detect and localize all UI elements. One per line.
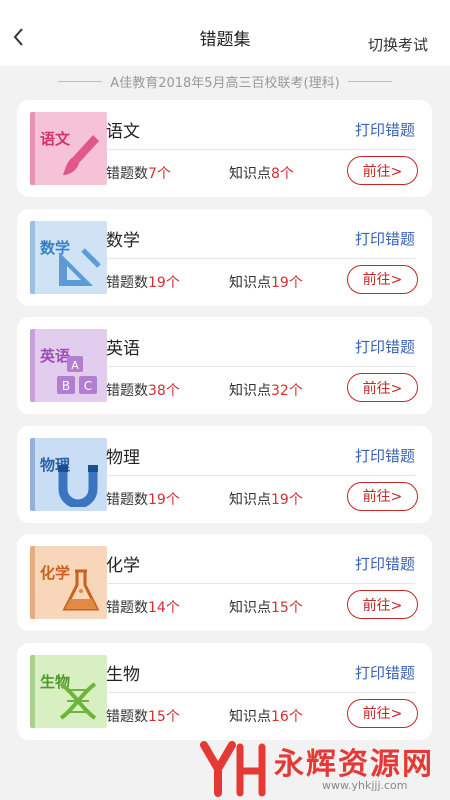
- subject-card[interactable]: 生物 生物 打印错题 错题数15个 知识点16个 前往>: [17, 642, 432, 740]
- cover-spine: [30, 220, 35, 294]
- subject-card[interactable]: 英语 ABC 英语 打印错题 错题数38个 知识点32个 前往>: [17, 317, 432, 414]
- exam-title-row: A佳教育2018年5月高三百校联考(理科): [0, 66, 450, 96]
- wrong-count-label: 错题数: [106, 166, 148, 182]
- knowledge-points-value: 8个: [271, 166, 294, 182]
- subject-name: 英语: [106, 339, 140, 359]
- subject-card[interactable]: 数学 数学 打印错题 错题数19个 知识点19个 前往>: [17, 208, 432, 306]
- go-button[interactable]: 前往>: [347, 590, 418, 619]
- divider-left: [58, 80, 103, 82]
- wrong-count: 错题数19个: [106, 272, 180, 292]
- subject-list: 语文 语文 打印错题 错题数7个 知识点8个 前往> 数学 数学 打印错题 错题…: [17, 100, 432, 751]
- knowledge-points-value: 19个: [271, 491, 303, 508]
- wrong-count: 错题数14个: [106, 597, 180, 617]
- svg-text:B: B: [62, 379, 70, 393]
- subject-name: 生物: [106, 664, 140, 685]
- wrong-count-label: 错题数: [106, 708, 148, 725]
- wrong-count-value: 19个: [148, 491, 180, 508]
- card-divider: [106, 474, 415, 476]
- wrong-count-value: 7个: [148, 166, 171, 182]
- wrong-count-label: 错题数: [106, 383, 148, 399]
- go-button[interactable]: 前往>: [347, 481, 418, 511]
- knowledge-points-value: 19个: [271, 274, 303, 291]
- wrong-count-value: 38个: [148, 383, 180, 399]
- wrong-count: 错题数38个: [106, 380, 180, 400]
- cover-spine: [30, 329, 35, 402]
- knowledge-points-value: 16个: [271, 708, 303, 725]
- watermark-logo-icon: [200, 741, 266, 797]
- watermark-text: 永辉资源网: [274, 747, 434, 782]
- wrong-count-label: 错题数: [106, 274, 148, 291]
- card-divider: [106, 583, 415, 584]
- svg-text:A: A: [71, 359, 79, 372]
- wrong-count-label: 错题数: [106, 491, 148, 508]
- knowledge-points: 知识点19个: [229, 489, 303, 509]
- wrong-count: 错题数15个: [106, 706, 180, 726]
- wrong-count-value: 14个: [148, 600, 180, 616]
- knowledge-points-label: 知识点: [229, 274, 271, 291]
- watermark: 永辉资源网 www.yhkjjj.com: [200, 735, 450, 797]
- knowledge-points-label: 知识点: [229, 491, 271, 508]
- print-wrong-questions-button[interactable]: 打印错题: [355, 445, 415, 466]
- knowledge-points: 知识点19个: [229, 272, 303, 292]
- knowledge-points: 知识点16个: [229, 706, 303, 726]
- page-title: 错题集: [199, 29, 251, 50]
- go-button[interactable]: 前往>: [347, 698, 418, 728]
- card-divider: [106, 257, 415, 259]
- print-wrong-questions-button[interactable]: 打印错题: [355, 553, 415, 574]
- go-button[interactable]: 前往>: [347, 373, 418, 402]
- subject-card[interactable]: 语文 语文 打印错题 错题数7个 知识点8个 前往>: [17, 100, 432, 197]
- subject-cover: 数学: [30, 220, 107, 294]
- knowledge-points-label: 知识点: [229, 383, 271, 399]
- cover-spine: [30, 437, 35, 511]
- watermark-url: www.yhkjjj.com: [322, 779, 408, 792]
- wrong-count-value: 15个: [148, 708, 180, 725]
- subject-cover: 物理: [30, 437, 107, 511]
- print-wrong-questions-button[interactable]: 打印错题: [355, 228, 415, 249]
- wrong-count-label: 错题数: [106, 600, 148, 616]
- exam-title: A佳教育2018年5月高三百校联考(理科): [110, 75, 340, 91]
- subject-name: 数学: [106, 230, 140, 251]
- cover-spine: [30, 654, 35, 728]
- knowledge-points: 知识点32个: [229, 380, 303, 400]
- go-button[interactable]: 前往>: [347, 156, 418, 185]
- switch-exam-button[interactable]: 切换考试: [368, 34, 428, 55]
- subject-cover: 生物: [30, 654, 107, 728]
- go-button[interactable]: 前往>: [347, 264, 418, 294]
- subject-cover: 语文: [30, 112, 107, 185]
- chevron-left-icon: [13, 28, 23, 46]
- wrong-count: 错题数7个: [106, 163, 171, 183]
- knowledge-points: 知识点15个: [229, 597, 303, 617]
- back-button[interactable]: [8, 26, 28, 48]
- knowledge-points-label: 知识点: [229, 166, 271, 182]
- card-divider: [106, 149, 415, 150]
- divider-right: [347, 80, 392, 82]
- cover-spine: [30, 112, 35, 185]
- knowledge-points-value: 15个: [271, 600, 303, 616]
- knowledge-points-label: 知识点: [229, 600, 271, 616]
- knowledge-points-value: 32个: [271, 383, 303, 399]
- subject-name: 语文: [106, 122, 140, 142]
- wrong-count-value: 19个: [148, 274, 180, 291]
- subject-card[interactable]: 化学 化学 打印错题 错题数14个 知识点15个 前往>: [17, 534, 432, 631]
- cover-spine: [30, 546, 35, 619]
- subject-card[interactable]: 物理 物理 打印错题 错题数19个 知识点19个 前往>: [17, 425, 432, 523]
- subject-cover: 英语 ABC: [30, 329, 107, 402]
- print-wrong-questions-button[interactable]: 打印错题: [355, 336, 415, 357]
- top-bar: 错题集 切换考试: [0, 0, 450, 66]
- print-wrong-questions-button[interactable]: 打印错题: [355, 119, 415, 140]
- subject-cover: 化学: [30, 546, 107, 619]
- svg-text:C: C: [84, 379, 92, 393]
- subject-name: 化学: [106, 556, 140, 576]
- knowledge-points-label: 知识点: [229, 708, 271, 725]
- subject-name: 物理: [106, 447, 140, 468]
- wrong-count: 错题数19个: [106, 489, 180, 509]
- card-divider: [106, 691, 415, 693]
- print-wrong-questions-button[interactable]: 打印错题: [355, 662, 415, 683]
- knowledge-points: 知识点8个: [229, 163, 294, 183]
- card-divider: [106, 366, 415, 367]
